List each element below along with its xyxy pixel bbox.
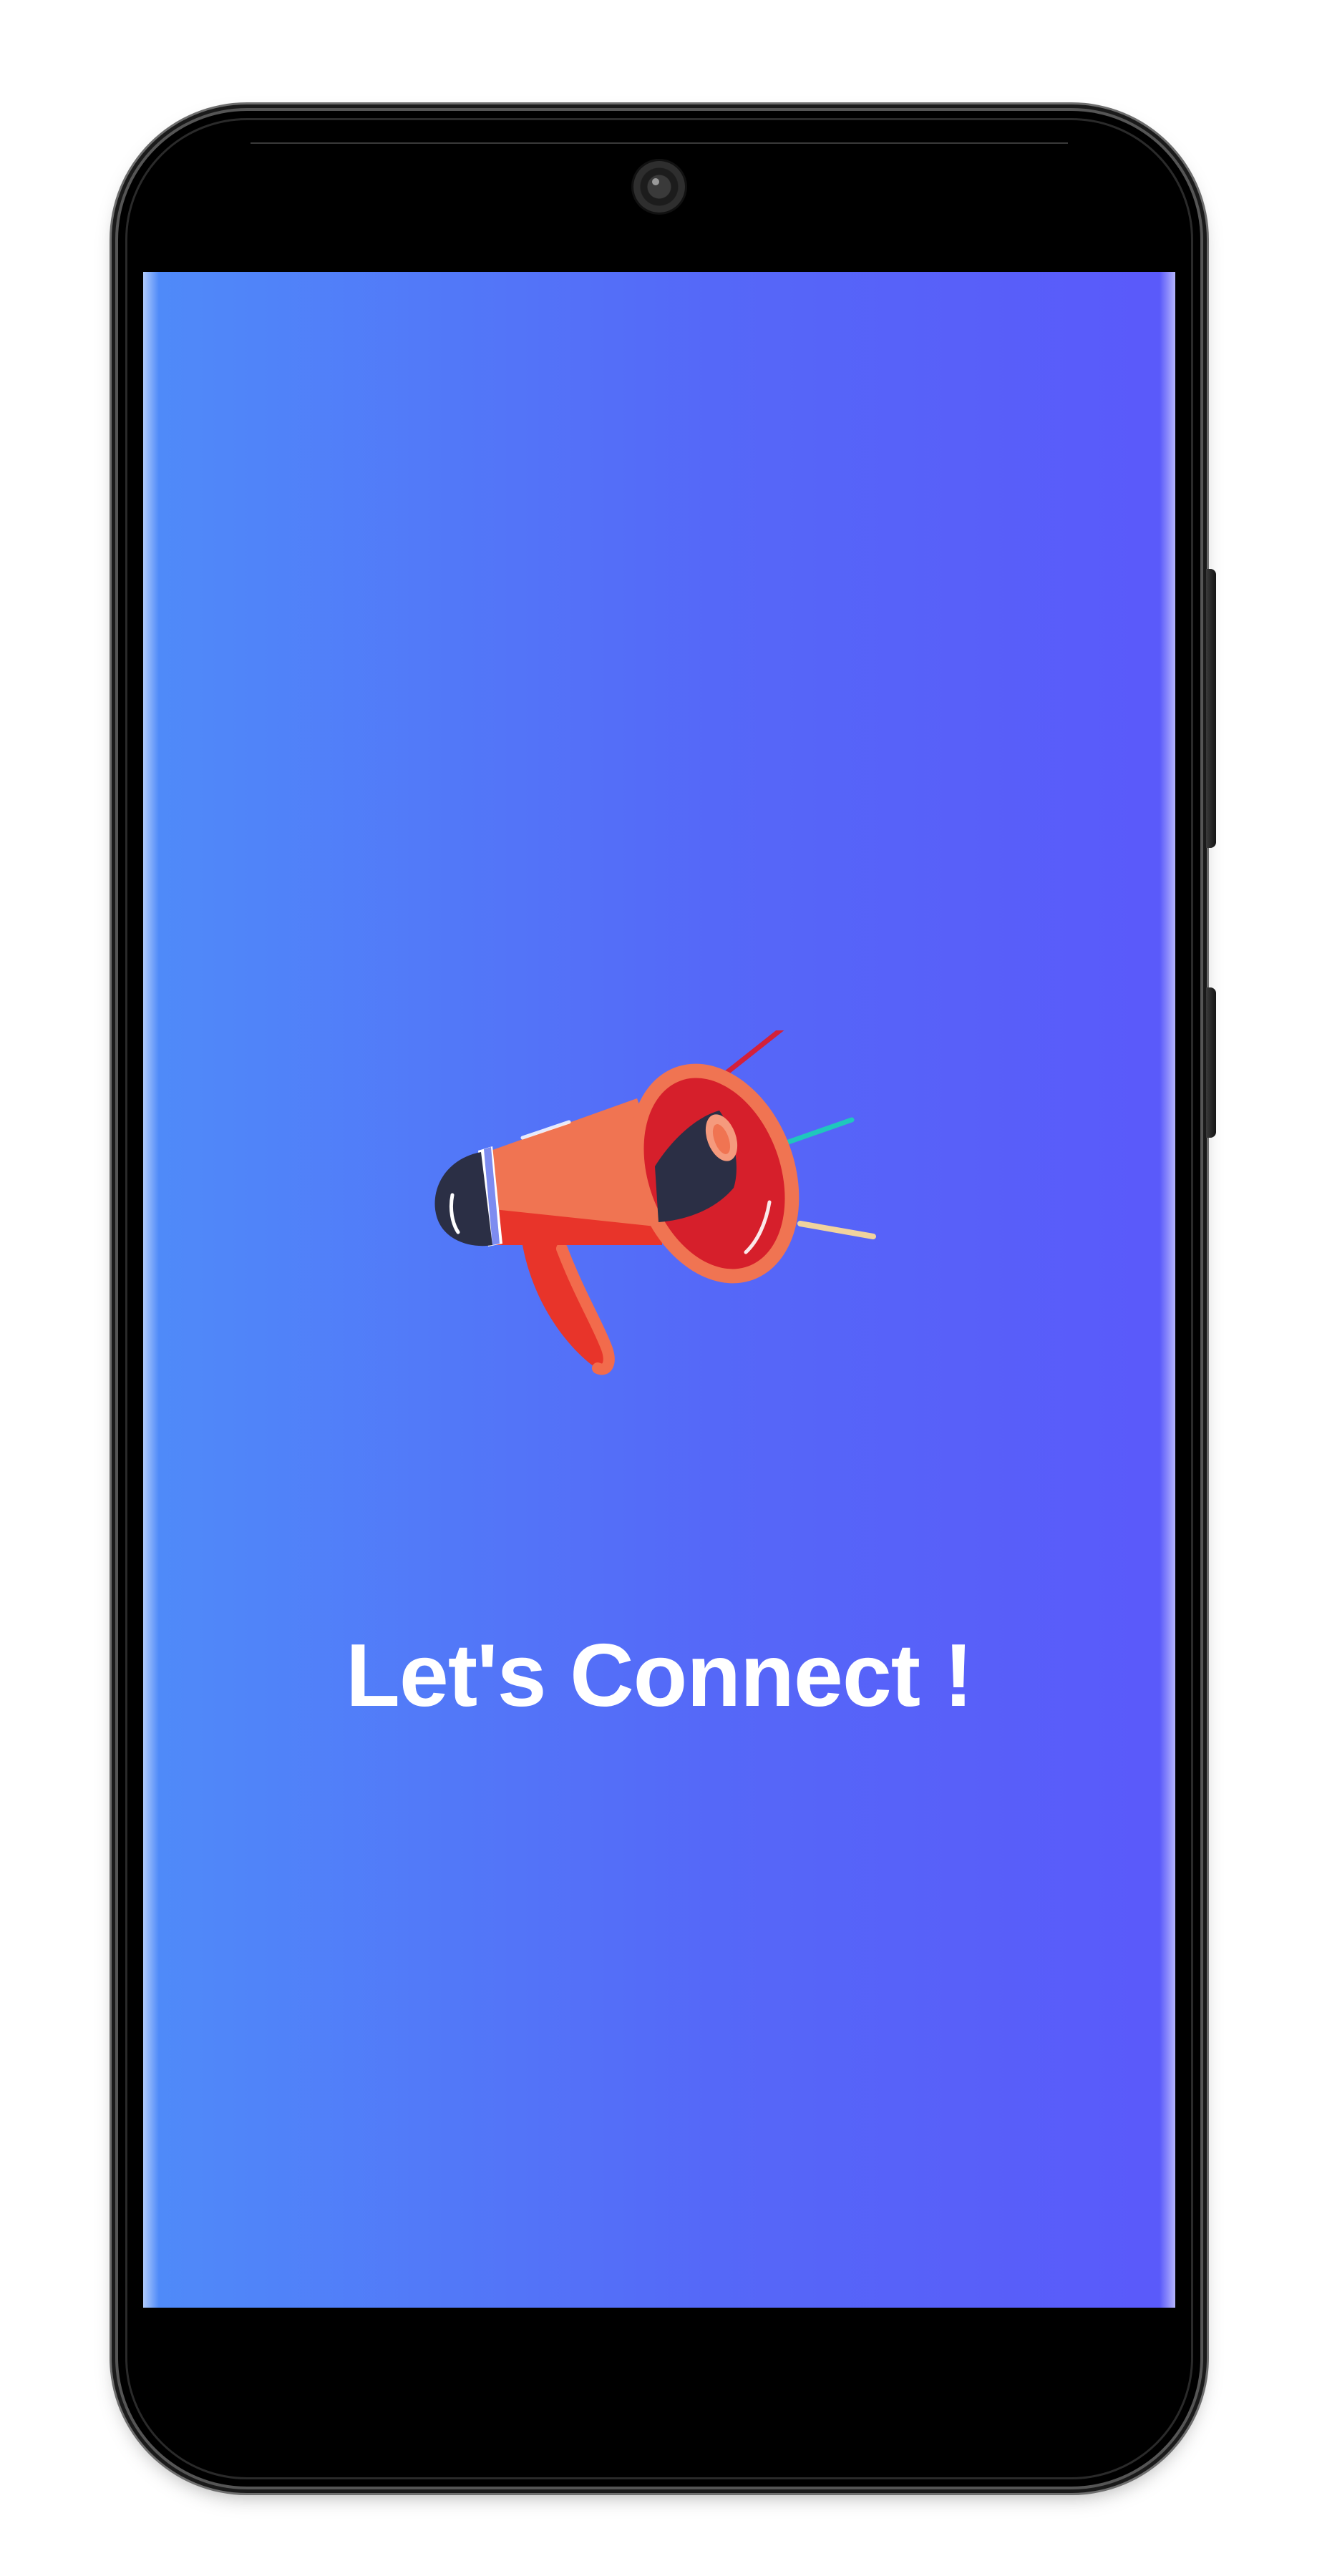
page-title: Let's Connect ! [346,1626,973,1725]
power-button [1206,987,1216,1138]
phone-frame: Let's Connect ! [118,111,1216,2487]
device-mockup: Let's Connect ! [0,0,1317,2576]
volume-button [1206,569,1216,848]
megaphone-icon [434,1030,876,1375]
sound-line-teal [777,1117,855,1148]
sound-line-red [723,1030,784,1076]
earpiece-line [251,142,1068,144]
front-camera-icon [633,161,685,213]
camera-glint [652,178,659,185]
screen-edge-highlight-left [143,272,159,2308]
sound-line-cream [797,1221,876,1239]
splash-screen: Let's Connect ! [143,272,1175,2308]
screen-edge-highlight-right [1160,272,1175,2308]
